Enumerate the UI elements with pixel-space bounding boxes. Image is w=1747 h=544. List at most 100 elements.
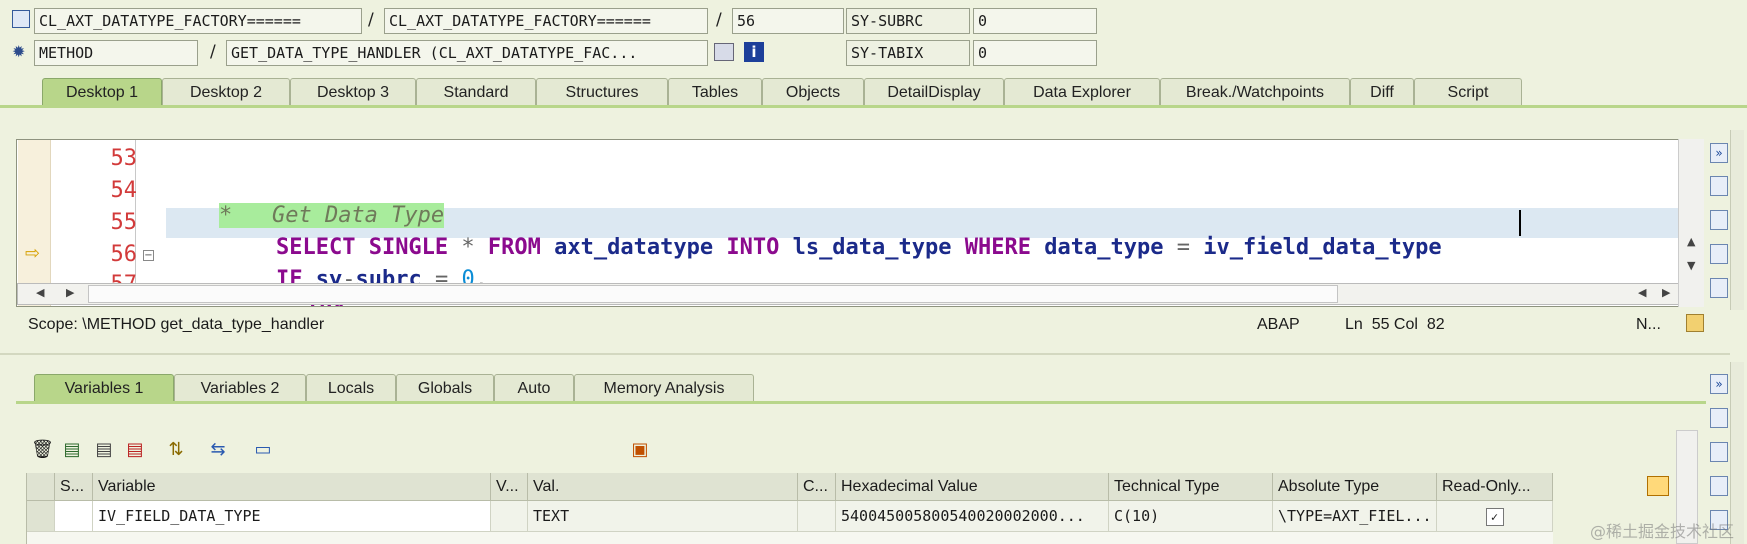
tabix-label: SY-TABIX — [846, 40, 970, 66]
scope-text: Scope: \METHOD get_data_type_handler — [28, 316, 325, 333]
tab-variables-2[interactable]: Variables 2 — [174, 374, 306, 402]
line-number: 56 — [110, 242, 138, 267]
insert-row-icon[interactable]: ▤ — [61, 439, 83, 461]
include-field[interactable]: CL_AXT_DATATYPE_FACTORY====== — [384, 8, 708, 34]
side-button[interactable] — [1710, 476, 1728, 496]
tab-structures[interactable]: Structures — [536, 78, 668, 106]
tab-underline — [16, 401, 1706, 404]
horizontal-scrollbar[interactable]: ◀ ▶ ◀ ▶ — [17, 283, 1703, 305]
side-button[interactable] — [1710, 244, 1728, 264]
identifier: iv_field_data_type — [1203, 235, 1442, 260]
read-only-checkbox: ✓ — [1485, 508, 1504, 526]
column-header[interactable]: S... — [55, 473, 93, 501]
table-cell-technical-type: C(10) — [1109, 501, 1273, 532]
table-cell-variable[interactable]: IV_FIELD_DATA_TYPE — [93, 501, 491, 532]
watermark: @稀土掘金技术社区 — [1590, 522, 1735, 541]
text-cursor — [1519, 210, 1521, 236]
code-editor[interactable]: 53 54 55 56 57 ⇨ − * Get Data Type SELEC… — [16, 139, 1704, 307]
side-button[interactable] — [1710, 210, 1728, 230]
sort-icon[interactable]: ⇅ — [165, 439, 187, 461]
panel-scrollbar[interactable] — [1730, 130, 1744, 310]
column-header[interactable]: Variable — [93, 473, 491, 501]
line-number: 53 — [110, 146, 138, 171]
notes-icon[interactable] — [1686, 314, 1704, 332]
side-button[interactable]: » — [1710, 374, 1728, 394]
table-cell-read-only: ✓ — [1437, 501, 1553, 532]
tab-diff[interactable]: Diff — [1350, 78, 1414, 106]
scroll-left-icon[interactable]: ◀ — [36, 286, 44, 299]
line-field[interactable]: 56 — [732, 8, 844, 34]
tab-script[interactable]: Script — [1414, 78, 1522, 106]
event-type-field[interactable]: METHOD — [34, 40, 198, 66]
tab-desktop-1[interactable]: Desktop 1 — [42, 78, 162, 106]
tabix-value[interactable]: 0 — [973, 40, 1097, 66]
save-icon[interactable]: ▣ — [629, 439, 651, 461]
tab-desktop-2[interactable]: Desktop 2 — [162, 78, 290, 106]
column-header[interactable]: C... — [798, 473, 836, 501]
scroll-right-icon[interactable]: ▶ — [1662, 286, 1670, 299]
vertical-scrollbar[interactable]: ▲ ▼ — [1678, 139, 1704, 307]
tab-auto[interactable]: Auto — [494, 374, 574, 402]
identifier: axt_datatype — [540, 235, 727, 260]
tab-locals[interactable]: Locals — [306, 374, 396, 402]
fold-toggle-icon[interactable]: − — [143, 250, 154, 261]
delete-icon[interactable]: 🗑 — [31, 439, 54, 461]
subrc-label: SY-SUBRC — [846, 8, 970, 34]
tab-objects[interactable]: Objects — [762, 78, 864, 106]
scroll-down-icon[interactable]: ▼ — [1687, 259, 1695, 272]
append-row-icon[interactable]: ▤ — [93, 439, 115, 461]
variant-icon[interactable]: ▭ — [252, 439, 274, 461]
program-field[interactable]: CL_AXT_DATATYPE_FACTORY====== — [34, 8, 362, 34]
tab-underline — [0, 105, 1747, 108]
identifier: data_type — [1031, 235, 1177, 260]
event-name-field[interactable]: GET_DATA_TYPE_HANDLER (CL_AXT_DATATYPE_F… — [226, 40, 708, 66]
column-header[interactable] — [27, 473, 55, 501]
side-button[interactable] — [1710, 442, 1728, 462]
tab-globals[interactable]: Globals — [396, 374, 494, 402]
line-number: 55 — [110, 210, 138, 235]
gear-icon: ✹ — [12, 42, 26, 61]
breakpoint-gutter[interactable] — [18, 140, 51, 306]
separator: / — [368, 10, 374, 30]
scroll-right-icon[interactable]: ▶ — [66, 286, 74, 299]
side-button[interactable]: » — [1710, 143, 1728, 163]
tab-standard[interactable]: Standard — [416, 78, 536, 106]
table-cell-s — [55, 501, 93, 532]
tab-memory-analysis[interactable]: Memory Analysis — [574, 374, 754, 402]
side-button[interactable] — [1710, 278, 1728, 298]
column-header[interactable]: Absolute Type — [1273, 473, 1437, 501]
tab-data-explorer[interactable]: Data Explorer — [1004, 78, 1160, 106]
separator: / — [210, 42, 216, 62]
table-cell-hex: 540045005800540020002000... — [836, 501, 1109, 532]
current-statement-arrow-icon: ⇨ — [25, 243, 41, 264]
table-cell-value[interactable]: TEXT — [528, 501, 798, 532]
scroll-thumb[interactable] — [88, 285, 1338, 303]
side-button[interactable] — [1710, 408, 1728, 428]
scroll-up-icon[interactable]: ▲ — [1687, 235, 1695, 248]
side-button[interactable] — [1710, 176, 1728, 196]
source-icon — [12, 10, 30, 28]
column-header[interactable]: V... — [491, 473, 528, 501]
column-header[interactable]: Read-Only... — [1437, 473, 1553, 501]
subrc-value[interactable]: 0 — [973, 8, 1097, 34]
column-header[interactable]: Val. — [528, 473, 798, 501]
divider — [0, 353, 1730, 355]
identifier: ls_data_type — [779, 235, 965, 260]
table-cell-c — [798, 501, 836, 532]
column-header[interactable]: Technical Type — [1109, 473, 1273, 501]
column-layout-icon[interactable] — [1647, 476, 1669, 496]
transfer-icon[interactable]: ⇆ — [207, 439, 229, 461]
display-icon[interactable] — [714, 43, 734, 61]
panel-scrollbar[interactable] — [1730, 362, 1744, 544]
row-selector[interactable] — [27, 501, 55, 532]
tab-detaildisplay[interactable]: DetailDisplay — [864, 78, 1004, 106]
tab-desktop-3[interactable]: Desktop 3 — [290, 78, 416, 106]
info-icon[interactable]: i — [744, 42, 764, 62]
tab-variables-1[interactable]: Variables 1 — [34, 374, 174, 402]
column-header[interactable]: Hexadecimal Value — [836, 473, 1109, 501]
scroll-left-icon[interactable]: ◀ — [1638, 286, 1646, 299]
tab-tables[interactable]: Tables — [668, 78, 762, 106]
language-text: ABAP — [1257, 316, 1300, 333]
tab-breakpoints[interactable]: Break./Watchpoints — [1160, 78, 1350, 106]
delete-row-icon[interactable]: ▤ — [124, 439, 146, 461]
